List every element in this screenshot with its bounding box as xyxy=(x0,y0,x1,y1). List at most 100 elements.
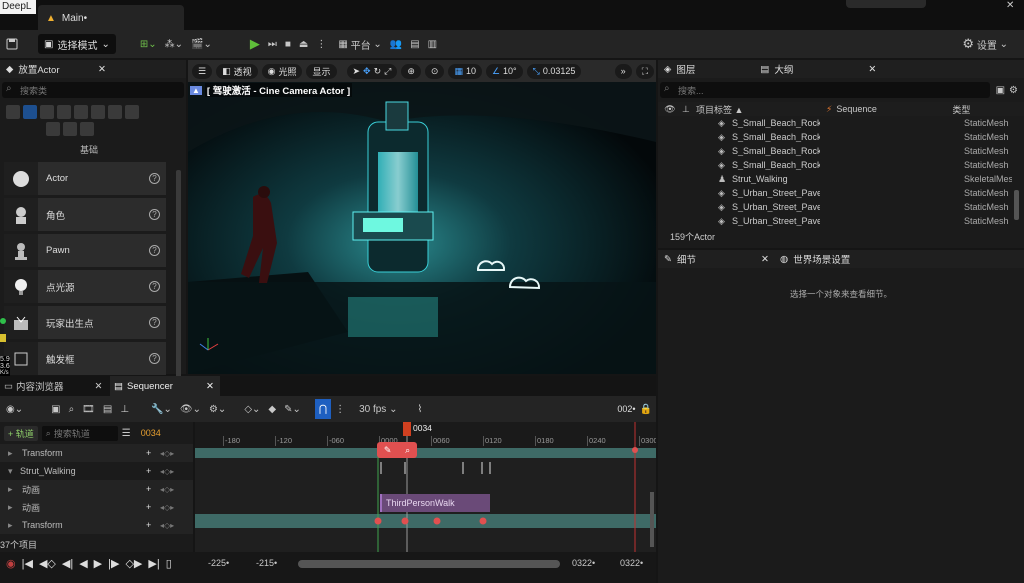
tab-world-settings[interactable]: 世界场景设置 xyxy=(793,252,850,266)
expand-arrow-icon[interactable]: ▾ xyxy=(8,466,20,477)
close-tab-icon[interactable]: ✕ xyxy=(206,381,214,392)
outliner-search-input[interactable]: ⌕ 搜索... xyxy=(660,82,990,98)
tab-content-browser[interactable]: 内容浏览器 xyxy=(16,379,64,393)
view-options-icon[interactable]: 👁⌄ xyxy=(176,399,205,419)
step-icon[interactable]: ⏭ xyxy=(264,34,281,54)
shapes-icon[interactable] xyxy=(46,122,60,136)
marker-tools[interactable]: ✎ ⌕ xyxy=(377,442,417,458)
find-in-browser-icon[interactable]: ⌕ xyxy=(65,399,79,419)
help-icon[interactable]: ? xyxy=(149,245,160,256)
curve-editor-icon[interactable]: ⌇ xyxy=(413,399,426,419)
fps-dropdown[interactable]: 30 fps ⌄ xyxy=(355,399,401,419)
jump-end-icon[interactable]: ▶| xyxy=(148,557,159,570)
playback-options-icon[interactable]: ⚙⌄ xyxy=(205,399,230,419)
play-icon[interactable]: ▶ xyxy=(246,34,264,54)
extra-icon[interactable] xyxy=(80,122,94,136)
sequencer-timeline[interactable]: -180 -120 -060 0000 0060 0120 0180 0240 0300 003… xyxy=(195,422,656,552)
tools-icon[interactable]: 🔧⌄ xyxy=(147,399,176,419)
tab-layers[interactable]: 图层 xyxy=(676,62,695,76)
help-icon[interactable]: ? xyxy=(149,209,160,220)
paint-icon[interactable]: ✎⌄ xyxy=(280,399,305,419)
perspective-button[interactable]: ◧ 透视 xyxy=(216,63,258,79)
help-icon[interactable]: ? xyxy=(149,281,160,292)
play-reverse-icon[interactable]: ◀ xyxy=(79,557,87,570)
key-nav-icon[interactable]: ◂◇▸ xyxy=(160,485,174,494)
snap-magnet-icon[interactable]: ⋂ xyxy=(314,399,332,419)
rotate-icon[interactable]: ↻ xyxy=(374,66,382,77)
key-nav-icon[interactable]: ◂◇▸ xyxy=(160,521,174,530)
range-scrollbar[interactable] xyxy=(298,560,560,568)
tab-details[interactable]: 细节 xyxy=(677,252,696,266)
col-type[interactable]: 类型 xyxy=(952,103,970,116)
scale-icon[interactable]: ⤢ xyxy=(384,66,391,77)
key-nav-icon[interactable]: ◂◇▸ xyxy=(160,503,174,512)
expand-arrow-icon[interactable]: ▸ xyxy=(8,448,20,459)
outliner-scrollbar[interactable] xyxy=(1014,190,1019,220)
help-icon[interactable]: ? xyxy=(149,317,160,328)
actor-item[interactable]: 角色? xyxy=(4,198,166,231)
viewport-expand-icon[interactable]: » xyxy=(614,63,632,79)
deepl-badge[interactable]: DeepL xyxy=(0,0,36,14)
current-frame[interactable]: 0034 xyxy=(141,428,161,438)
tab-outliner[interactable]: 大纲 xyxy=(774,62,793,76)
add-track-button[interactable]: + 轨道 xyxy=(4,425,38,441)
close-tab-icon[interactable]: ✕ xyxy=(98,64,106,75)
more-icon[interactable] xyxy=(63,122,77,136)
expand-arrow-icon[interactable]: ▸ xyxy=(8,520,20,531)
expand-arrow-icon[interactable]: ▸ xyxy=(8,484,20,495)
pilot-banner[interactable]: ▲ [ 驾驶激活 - Cine Camera Actor ] xyxy=(190,83,353,97)
track-row[interactable]: ▸ 动画 + ◂◇▸ xyxy=(0,480,193,498)
tab-sequencer[interactable]: ▤ Sequencer ✕ xyxy=(110,376,220,396)
angle-snap-button[interactable]: ∠ 10° xyxy=(485,63,523,79)
actor-item[interactable]: 触发框? xyxy=(4,342,166,375)
add-folder-icon[interactable]: ▣ xyxy=(996,85,1005,96)
outliner-row[interactable]: ◈ S_Small_Beach_Rock StaticMesh xyxy=(658,144,1024,158)
grid-snap-button[interactable]: ▦ 10 xyxy=(448,63,482,79)
next-frame-icon[interactable]: |▶ xyxy=(108,557,119,570)
close-window-icon[interactable]: ✕ xyxy=(1006,0,1014,11)
add-content-icon[interactable]: ⊞⌄ xyxy=(136,34,161,54)
outliner-row[interactable]: ◈ S_Urban_Street_Pave StaticMesh xyxy=(658,200,1024,214)
marker-edit-icon[interactable]: ✎ xyxy=(384,445,392,456)
actor-item[interactable]: 点光源? xyxy=(4,270,166,303)
eject-icon[interactable]: ⏏ xyxy=(295,34,312,54)
close-tab-icon[interactable]: ✕ xyxy=(868,64,876,75)
range-start[interactable]: -225• xyxy=(208,558,229,568)
all-classes-icon[interactable] xyxy=(125,105,139,119)
lights-icon[interactable] xyxy=(40,105,54,119)
key-nav-icon[interactable]: ◂◇▸ xyxy=(160,449,174,458)
expand-arrow-icon[interactable]: ▸ xyxy=(8,502,20,513)
source-control-icon[interactable]: ▤ xyxy=(406,34,423,54)
loop-icon[interactable]: ▯ xyxy=(166,557,172,570)
record-icon[interactable]: ◉ xyxy=(6,557,16,570)
surface-snap-icon[interactable]: ⊙ xyxy=(424,63,445,79)
add-key-icon[interactable]: + xyxy=(146,466,151,476)
outliner-row[interactable]: ◈ S_Urban_Street_Pave StaticMesh xyxy=(658,214,1024,228)
range-end[interactable]: 0322• xyxy=(620,558,643,568)
cinematic-icon[interactable] xyxy=(57,105,71,119)
next-key-icon[interactable]: ◇▶ xyxy=(125,557,142,570)
show-button[interactable]: 显示 xyxy=(306,63,337,79)
save-icon[interactable] xyxy=(2,34,22,54)
outliner-row[interactable]: ◈ S_Small_Beach_Rock StaticMesh xyxy=(658,116,1024,130)
save-sequence-icon[interactable]: ▣ xyxy=(47,399,64,419)
camera-cut-icon[interactable]: ▤ xyxy=(99,399,116,419)
track-row[interactable]: ▸ 动画 + ◂◇▸ xyxy=(0,498,193,516)
recent-icon[interactable] xyxy=(6,105,20,119)
outliner-row[interactable]: ♟ Strut_Walking SkeletalMesh xyxy=(658,172,1024,186)
outliner-row[interactable]: ◈ S_Small_Beach_Rock StaticMesh xyxy=(658,158,1024,172)
cinematics-icon[interactable]: 🎬⌄ xyxy=(187,34,216,54)
keyframe-icon[interactable]: ◇⌄ xyxy=(240,399,264,419)
level-viewport[interactable]: ▲ [ 驾驶激活 - Cine Camera Actor ] xyxy=(188,82,656,374)
playhead-label[interactable]: 0034 xyxy=(413,423,432,433)
track-row[interactable]: ▸ Transform + ◂◇▸ xyxy=(0,516,193,534)
snap-options-icon[interactable]: ⋮ xyxy=(331,399,349,419)
prev-key-icon[interactable]: ◀◇ xyxy=(39,557,56,570)
lock-icon[interactable]: 🔒 xyxy=(640,404,652,415)
hierarchy-icon[interactable]: ⊥ xyxy=(116,399,133,419)
scale-snap-button[interactable]: ⤡ 0.03125 xyxy=(526,63,582,79)
sequence-options-icon[interactable]: ◉⌄ xyxy=(2,399,27,419)
project-name-box[interactable] xyxy=(846,0,926,8)
col-sequence[interactable]: Sequence xyxy=(832,104,952,114)
volumes-icon[interactable] xyxy=(108,105,122,119)
